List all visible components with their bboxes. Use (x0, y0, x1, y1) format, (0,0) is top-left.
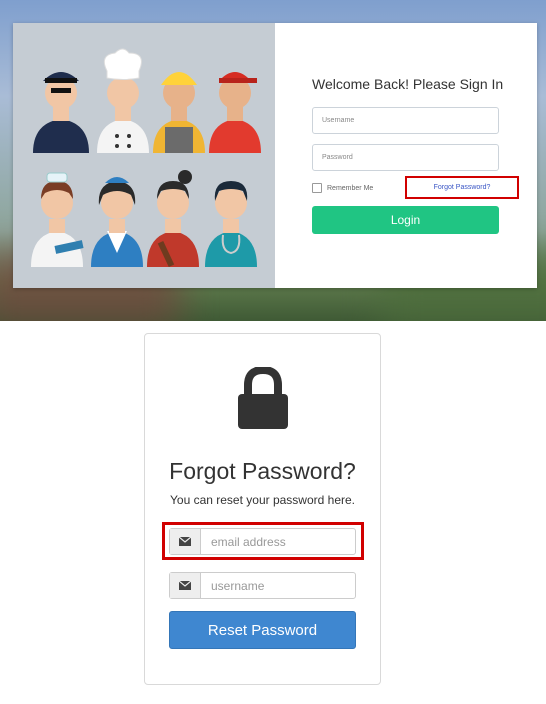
pilot-figure (33, 72, 89, 153)
page-title: Forgot Password? (169, 458, 356, 484)
password-placeholder: Password (322, 154, 353, 161)
email-highlight (162, 522, 364, 560)
page-subtitle: You can reset your password here. (170, 493, 355, 507)
username-placeholder: Username (322, 117, 355, 124)
forgot-password-panel: Forgot Password? You can reset your pass… (144, 333, 381, 685)
forgot-highlight: Forgot Password? (405, 176, 519, 199)
remember-checkbox[interactable] (312, 183, 322, 193)
password-field[interactable]: Password (312, 144, 499, 171)
lock-icon (238, 367, 288, 429)
forgot-password-link[interactable]: Forgot Password? (434, 184, 491, 191)
nurse-figure (31, 172, 84, 267)
welcome-heading: Welcome Back! Please Sign In (312, 76, 504, 92)
username-input-group[interactable]: username (169, 572, 356, 599)
username-input[interactable]: username (201, 573, 355, 598)
envelope-icon (170, 573, 201, 598)
username-placeholder: username (211, 578, 265, 593)
construction-figure (153, 72, 205, 153)
stewardess-figure (91, 177, 143, 267)
chef-figure (97, 48, 149, 153)
doctor-figure (205, 181, 257, 267)
worker-figure (209, 72, 261, 153)
login-card: Welcome Back! Please Sign In Username Pa… (13, 23, 537, 288)
username-field[interactable]: Username (312, 107, 499, 134)
reset-password-button[interactable]: Reset Password (169, 611, 356, 649)
remember-label: Remember Me (327, 184, 374, 192)
login-button[interactable]: Login (312, 206, 499, 234)
professions-illustration (13, 23, 275, 288)
musician-figure (147, 170, 199, 268)
remember-me[interactable]: Remember Me (312, 183, 373, 193)
